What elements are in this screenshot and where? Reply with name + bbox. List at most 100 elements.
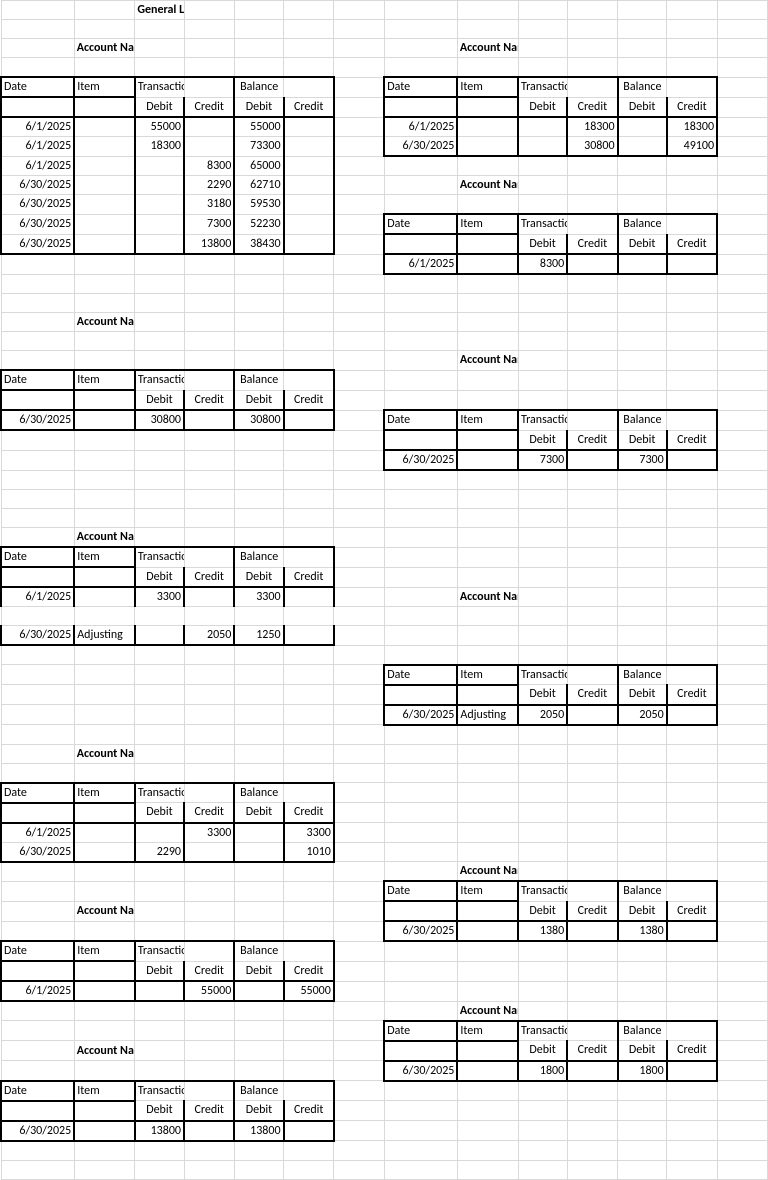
cell-2-12 <box>667 39 717 58</box>
cell-13-9: 8300 <box>518 254 567 274</box>
cell-55-11 <box>618 1081 667 1101</box>
cell-18-2 <box>135 351 184 371</box>
cell-24-3 <box>184 470 234 490</box>
cell-56-11 <box>618 1101 667 1121</box>
cell-1-12 <box>667 20 717 39</box>
cell-12-12: Credit <box>667 234 717 254</box>
cell-59-4 <box>234 1160 283 1179</box>
cell-38-5 <box>284 744 334 763</box>
cell-41-4: Debit <box>234 803 283 823</box>
cell-5-10: Credit <box>567 97 617 117</box>
cell-33-8 <box>457 645 518 665</box>
cell-6-13 <box>717 117 767 137</box>
cell-55-2: Transaction <box>135 1081 184 1101</box>
cell-4-8: Item <box>457 77 518 97</box>
cell-42-10 <box>567 823 617 843</box>
cell-15-2 <box>135 294 184 313</box>
cell-46-3 <box>184 901 234 921</box>
cell-47-10 <box>567 921 617 941</box>
cell-12-7 <box>384 234 457 254</box>
cell-54-5 <box>284 1061 334 1081</box>
cell-37-6 <box>334 725 384 745</box>
cell-26-5 <box>284 509 334 528</box>
cell-54-7: 6/30/2025 <box>384 1061 457 1081</box>
cell-3-5 <box>284 58 334 78</box>
cell-50-0: 6/1/2025 <box>1 981 74 1001</box>
cell-3-13 <box>717 58 767 78</box>
cell-51-7 <box>384 1001 457 1021</box>
cell-52-6 <box>334 1021 384 1041</box>
cell-45-4 <box>234 881 283 901</box>
cell-0-7 <box>384 1 457 20</box>
cell-52-7: Date <box>384 1021 457 1041</box>
cell-45-13 <box>717 881 767 901</box>
cell-20-9 <box>518 390 567 410</box>
cell-34-4 <box>234 665 283 685</box>
cell-1-6 <box>334 20 384 39</box>
cell-40-8 <box>457 783 518 803</box>
cell-22-7 <box>384 430 457 450</box>
cell-40-1: Item <box>74 783 135 803</box>
cell-54-4 <box>234 1061 283 1081</box>
cell-2-9 <box>518 39 567 58</box>
cell-16-9 <box>518 313 567 332</box>
cell-58-0 <box>1 1141 74 1161</box>
cell-36-7: 6/30/2025 <box>384 705 457 725</box>
cell-43-9 <box>518 842 567 862</box>
cell-32-9 <box>518 626 567 646</box>
cell-57-11 <box>618 1121 667 1141</box>
cell-25-9 <box>518 490 567 509</box>
cell-32-12 <box>667 626 717 646</box>
cell-38-2 <box>135 744 184 763</box>
cell-24-1 <box>74 470 135 490</box>
cell-40-11 <box>618 783 667 803</box>
cell-15-9 <box>518 294 567 313</box>
cell-27-5 <box>284 528 334 548</box>
cell-43-13 <box>717 842 767 862</box>
cell-1-11 <box>618 20 667 39</box>
cell-41-5: Credit <box>284 803 334 823</box>
cell-17-5 <box>284 332 334 351</box>
cell-50-12 <box>667 981 717 1001</box>
cell-17-13 <box>717 332 767 351</box>
cell-51-6 <box>334 1001 384 1021</box>
cell-31-12 <box>667 607 717 626</box>
cell-38-13 <box>717 744 767 763</box>
cell-49-6 <box>334 961 384 981</box>
cell-33-0 <box>1 645 74 665</box>
cell-30-7 <box>384 587 457 607</box>
cell-46-9: Debit <box>518 901 567 921</box>
cell-5-9: Debit <box>518 97 567 117</box>
cell-53-6 <box>334 1041 384 1061</box>
cell-12-8 <box>457 234 518 254</box>
cell-11-5 <box>284 214 334 234</box>
cell-46-12: Credit <box>667 901 717 921</box>
cell-0-8 <box>457 1 518 20</box>
cell-46-4 <box>234 901 283 921</box>
cell-28-5 <box>284 547 334 567</box>
cell-57-10 <box>567 1121 617 1141</box>
cell-6-3 <box>184 117 234 137</box>
cell-11-13 <box>717 214 767 234</box>
cell-46-1: Account Name: Joe Smith, Capital <box>74 901 135 921</box>
cell-26-7 <box>384 509 457 528</box>
cell-58-11 <box>618 1141 667 1161</box>
cell-36-9: 2050 <box>518 705 567 725</box>
cell-25-1 <box>74 490 135 509</box>
cell-53-3 <box>184 1041 234 1061</box>
cell-59-1 <box>74 1160 135 1179</box>
cell-47-12 <box>667 921 717 941</box>
cell-35-11: Debit <box>618 685 667 705</box>
cell-16-2 <box>135 313 184 332</box>
cell-53-11: Debit <box>618 1041 667 1061</box>
cell-41-13 <box>717 803 767 823</box>
cell-0-12 <box>667 1 717 20</box>
cell-3-2 <box>135 58 184 78</box>
cell-46-2 <box>135 901 184 921</box>
cell-19-12 <box>667 370 717 390</box>
cell-31-7 <box>384 607 457 626</box>
cell-23-12 <box>667 450 717 470</box>
cell-8-2 <box>135 156 184 176</box>
cell-17-9 <box>518 332 567 351</box>
cell-26-10 <box>567 509 617 528</box>
